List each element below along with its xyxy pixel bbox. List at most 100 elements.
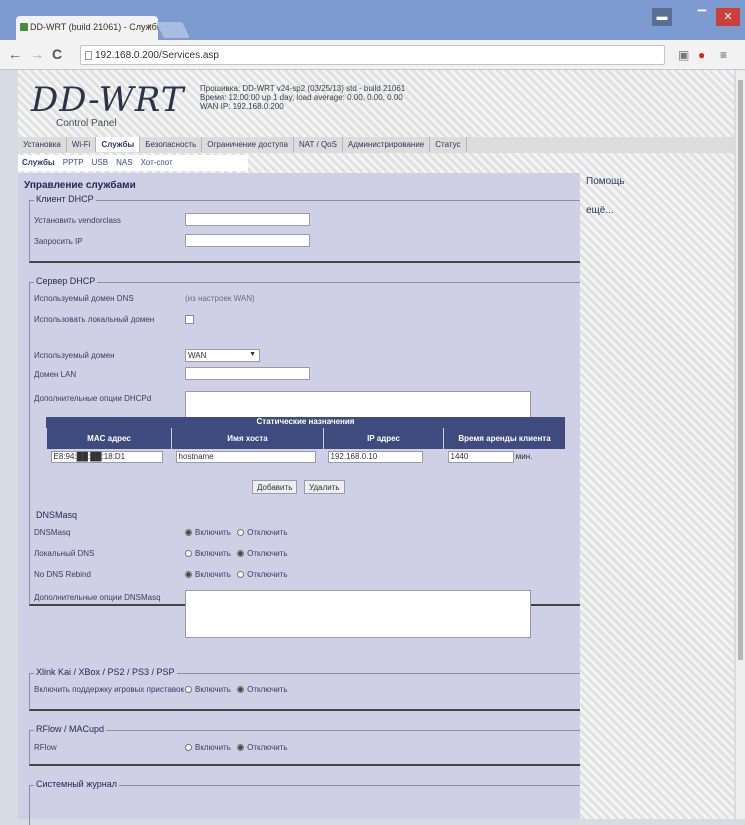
main-nav: Установка Wi-Fi Службы Безопасность Ограниче…: [18, 137, 734, 153]
no-dns-rebind-radio-group: Включить Отключить: [185, 570, 288, 579]
rflow-disable-radio[interactable]: [237, 744, 245, 751]
rflow-disable-label: Отключить: [247, 743, 288, 752]
header-info: Прошивка: DD-WRT v24-sp2 (03/25/13) std …: [200, 84, 405, 111]
forward-icon[interactable]: →: [30, 46, 44, 62]
local-dns-disable-radio[interactable]: [237, 550, 245, 557]
window-close-button[interactable]: ✕: [716, 8, 740, 26]
kaid-legend: Xlink Kai / XBox / PS2 / PS3 / PSP: [34, 667, 177, 677]
dnsmasq-enable-radio[interactable]: [185, 529, 192, 536]
help-title: Помощь: [586, 176, 625, 187]
dnsmasq-radio-group: Включить Отключить: [185, 528, 288, 537]
subnav-item[interactable]: PPTP: [59, 155, 88, 170]
subnav-item[interactable]: NAS: [112, 155, 136, 170]
dhcpd-options-label: Дополнительные опции DHCPd: [34, 394, 152, 403]
kaid-disable-radio[interactable]: [237, 686, 245, 693]
ddwrt-logo: DD-WRT: [31, 80, 185, 120]
no-dns-rebind-disable-label: Отключить: [247, 570, 288, 579]
vendorclass-input[interactable]: [185, 213, 310, 226]
kaid-label: Включить поддержку игровых приставок: [34, 685, 185, 694]
section-title: Управление службами: [24, 180, 136, 191]
lan-domain-label: Домен LAN: [34, 370, 77, 379]
rflow-fieldset: [29, 730, 580, 766]
subnav-item-active[interactable]: Службы: [18, 155, 59, 170]
rflow-enable-radio[interactable]: [185, 744, 192, 751]
dnsmasq-label: DNSMasq: [34, 528, 71, 537]
extension-icon[interactable]: ●: [698, 47, 705, 63]
nav-item[interactable]: Статус: [430, 137, 467, 152]
mac-input[interactable]: E8:94:██:██:18:D1: [50, 451, 163, 463]
browser-titlebar: DD-WRT (build 21061) - Службы × ▬ ▔ ✕: [0, 0, 745, 40]
services-content: Управление службами Клиент DHCP Установи…: [18, 173, 580, 825]
maximize-button[interactable]: ▔: [693, 8, 711, 26]
nav-item-active[interactable]: Службы: [96, 137, 141, 152]
no-dns-rebind-label: No DNS Rebind: [34, 570, 91, 579]
nav-item[interactable]: NAT / QoS: [294, 137, 343, 152]
dhcp-client-legend: Клиент DHCP: [34, 194, 96, 204]
col-mac: MAC адрес: [46, 428, 172, 449]
used-domain-label: Используемый домен DNS: [34, 294, 134, 303]
nav-item[interactable]: Ограничение доступа: [202, 137, 295, 152]
help-more-link[interactable]: ещё...: [586, 205, 726, 216]
kaid-enable-radio[interactable]: [185, 686, 192, 693]
address-url: 192.168.0.200/Services.asp: [95, 50, 219, 61]
request-ip-input[interactable]: [185, 234, 310, 247]
dhcp-client-fieldset: [29, 200, 580, 263]
header-info-line2: Время: 12:00:00 up 1 day, load average: …: [200, 93, 403, 102]
dnsmasq-options-textarea[interactable]: [185, 590, 531, 638]
reload-icon[interactable]: C: [52, 46, 62, 62]
wins-domain-value: WAN: [188, 351, 207, 360]
lease-time-input[interactable]: 1440: [447, 451, 514, 463]
dnsmasq-disable-radio[interactable]: [237, 529, 245, 536]
static-leases-caption: Статические назначения: [46, 417, 565, 428]
dropdown-arrow-icon: ▼: [249, 351, 256, 358]
nav-item[interactable]: Wi-Fi: [67, 137, 97, 152]
new-tab-button[interactable]: [156, 22, 190, 38]
logo-subtitle: Control Panel: [56, 118, 117, 129]
menu-icon[interactable]: ≡: [720, 47, 727, 63]
request-ip-label: Запросить IP: [34, 237, 83, 246]
wins-domain-select[interactable]: WAN ▼: [185, 349, 260, 362]
tab-close-icon[interactable]: ×: [147, 21, 152, 31]
local-dns-enable-radio[interactable]: [185, 550, 192, 557]
col-ip: IP адрес: [323, 428, 444, 449]
rflow-legend: RFlow / MACupd: [34, 724, 107, 734]
no-dns-rebind-enable-label: Включить: [195, 570, 231, 579]
dhcp-server-legend: Сервер DHCP: [34, 276, 98, 286]
subnav-item[interactable]: USB: [88, 155, 112, 170]
nav-item[interactable]: Администрирование: [343, 137, 431, 152]
minimize-button[interactable]: ▬: [652, 8, 672, 26]
nav-item[interactable]: Установка: [18, 137, 67, 152]
rflow-enable-label: Включить: [195, 743, 231, 752]
no-dns-rebind-disable-radio[interactable]: [237, 571, 245, 578]
lease-unit: мин.: [515, 452, 533, 461]
local-dns-disable-label: Отключить: [247, 549, 288, 558]
browser-tab[interactable]: DD-WRT (build 21061) - Службы ×: [16, 16, 158, 40]
local-dns-radio-group: Включить Отключить: [185, 549, 288, 558]
no-dns-rebind-enable-radio[interactable]: [185, 571, 192, 578]
lan-domain-input[interactable]: [185, 367, 310, 380]
scrollbar-thumb[interactable]: [738, 80, 743, 660]
translate-icon[interactable]: ▣: [678, 47, 689, 63]
col-hostname: Имя хоста: [171, 428, 324, 449]
subnav-item[interactable]: Хот-спот: [137, 155, 177, 170]
rflow-label: RFlow: [34, 743, 57, 752]
nav-item[interactable]: Безопасность: [140, 137, 203, 152]
dnsmasq-enable-label: Включить: [195, 528, 231, 537]
rflow-radio-group: Включить Отключить: [185, 743, 288, 752]
ip-input[interactable]: 192.168.0.10: [327, 451, 423, 463]
add-lease-button[interactable]: Добавить: [252, 480, 298, 494]
back-icon[interactable]: ←: [8, 46, 22, 62]
hostname-input[interactable]: hostname: [175, 451, 316, 463]
header-info-line1: Прошивка: DD-WRT v24-sp2 (03/25/13) std …: [200, 84, 406, 93]
address-bar[interactable]: 192.168.0.200/Services.asp: [80, 45, 665, 65]
tab-title: DD-WRT (build 21061) - Службы: [30, 22, 158, 32]
help-panel: Помощь ещё...: [586, 176, 726, 216]
local-dns-label: Локальный DNS: [34, 549, 95, 558]
header-info-line3: WAN IP: 192.168.0.200: [200, 102, 284, 111]
sub-nav: Службы PPTP USB NAS Хот-спот: [18, 155, 248, 171]
favicon-icon: [20, 23, 28, 31]
page-icon: [85, 51, 92, 60]
local-domain-checkbox[interactable]: [185, 315, 194, 324]
used-domain-note: (из настроек WAN): [185, 294, 255, 303]
remove-lease-button[interactable]: Удалить: [304, 480, 345, 494]
